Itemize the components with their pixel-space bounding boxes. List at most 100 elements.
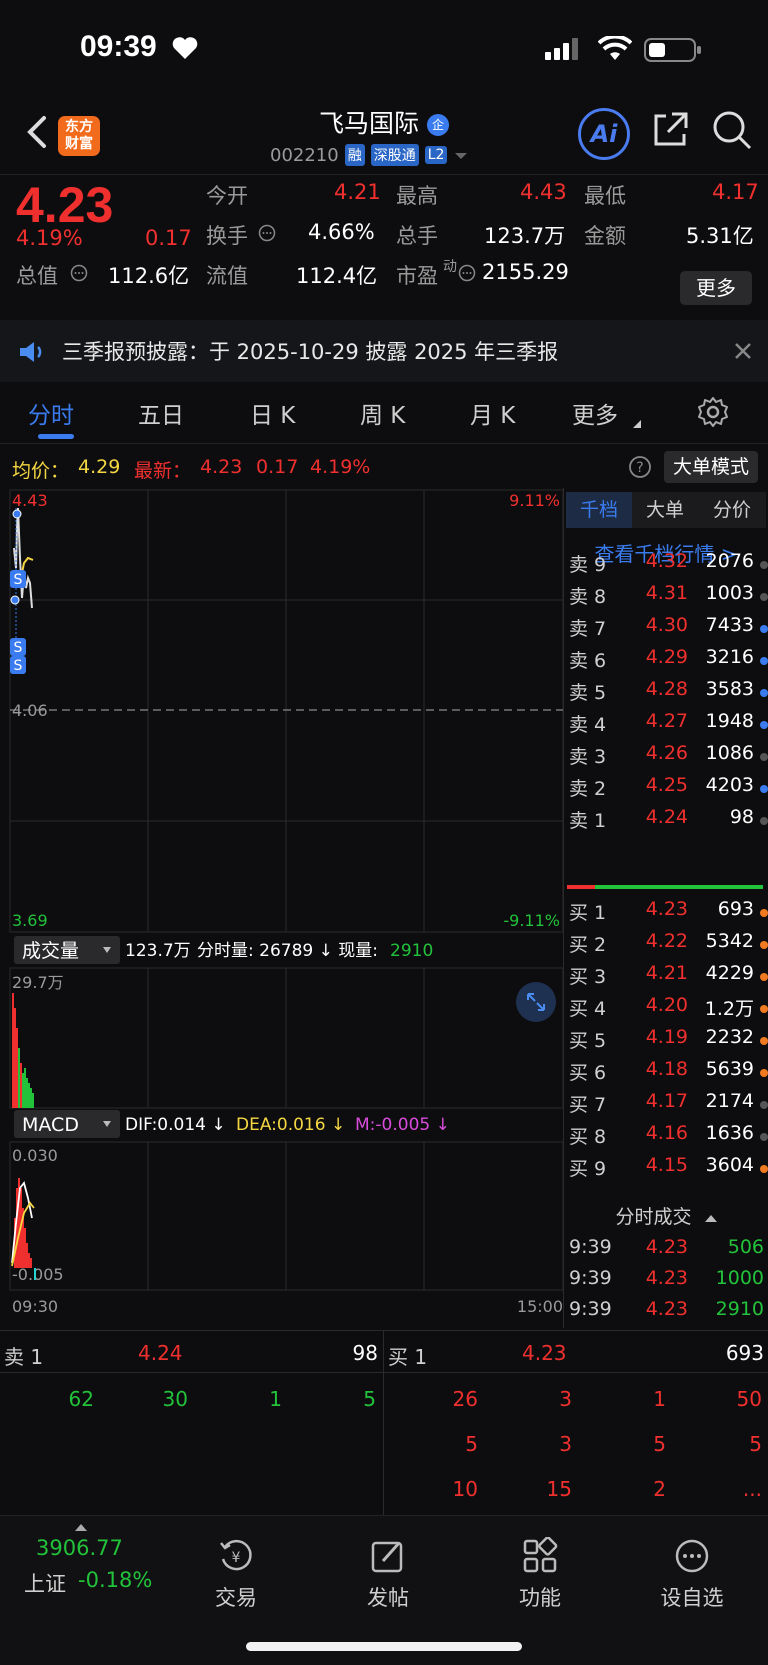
bid-level-row[interactable]: 买 8 4.16 1636 [565, 1122, 768, 1156]
ask-level-row[interactable]: 卖 8 4.31 1003 [565, 582, 768, 616]
open-label: 今开 [206, 184, 248, 208]
speaker-icon [18, 340, 46, 368]
info-icon[interactable] [258, 224, 276, 246]
info-icon[interactable] [458, 264, 476, 286]
low-label: 最低 [584, 184, 626, 208]
level-dot [760, 561, 768, 569]
pe-value: 2155.29 [482, 260, 569, 284]
turnover-label: 换手 [206, 224, 248, 248]
trades-header[interactable]: 分时成交 [565, 1202, 768, 1229]
tab-price-distribution[interactable]: 分价 [698, 492, 766, 528]
level-dot [760, 625, 768, 633]
search-icon[interactable] [710, 108, 754, 156]
enterprise-badge: 企 [426, 114, 449, 136]
high-label: 最高 [396, 184, 438, 208]
ai-button[interactable]: Ai [578, 108, 630, 160]
tab-five-day[interactable]: 五日 [138, 396, 184, 430]
trade-row: 9:39 4.23 1000 [569, 1267, 764, 1289]
trade-row: 9:39 4.23 2910 [569, 1298, 764, 1320]
intraday-summary: 均价： 4.29 最新： 4.23 0.17 4.19% [0, 450, 560, 484]
index-value: 3906.77 [36, 1536, 123, 1560]
nav-add-watchlist[interactable]: 设自选 [642, 1536, 742, 1612]
ask-level-row[interactable]: 卖 1 4.24 98 [565, 806, 768, 840]
level-dot [760, 593, 768, 601]
tab-intraday[interactable]: 分时 [28, 396, 74, 430]
latest-value: 4.23 [200, 456, 243, 478]
stock-code-row[interactable]: 002210 融 深股通 L2 [270, 144, 469, 166]
bid-level-row[interactable]: 买 7 4.17 2174 [565, 1090, 768, 1124]
expand-icon[interactable] [516, 982, 556, 1022]
info-icon[interactable] [70, 264, 88, 286]
share-icon[interactable] [650, 110, 690, 154]
time-axis-end: 15:00 [517, 1297, 563, 1316]
level-dot [760, 1005, 768, 1013]
queue-sell-volume: 98 [352, 1341, 378, 1365]
ask-level-row[interactable]: 卖 6 4.29 3216 [565, 646, 768, 680]
pct-axis-bottom: -9.11% [503, 911, 560, 930]
macd-dea: DEA:0.016 ↓ [236, 1115, 345, 1135]
home-indicator[interactable] [246, 1642, 522, 1651]
level-dot [760, 689, 768, 697]
buy-queue-order: 3 [559, 1432, 572, 1456]
sell-queue-order: 5 [363, 1387, 376, 1411]
sell-queue-order: 62 [68, 1387, 94, 1411]
level-dot [760, 657, 768, 665]
buy-queue-order: 2 [653, 1477, 666, 1501]
bid-level-row[interactable]: 买 2 4.22 5342 [565, 930, 768, 964]
bid-level-row[interactable]: 买 5 4.19 2232 [565, 1026, 768, 1060]
chart-tabs: 分时 五日 日 K 周 K 月 K 更多 [0, 382, 768, 444]
volume-label: 成交量 [22, 940, 79, 962]
ask-level-row[interactable]: 卖 2 4.25 4203 [565, 774, 768, 808]
signal-icon [545, 38, 579, 64]
clock: 09:39 [80, 30, 157, 63]
ask-level-row[interactable]: 卖 3 4.26 1086 [565, 742, 768, 776]
total-value: 112.6亿 [108, 264, 190, 288]
bid-level-row[interactable]: 买 1 4.23 693 [565, 898, 768, 932]
intraday-chart[interactable]: 4.43 9.11% 4.06 3.69 -9.11% S S S 成交量 12… [0, 488, 565, 1328]
index-ticker[interactable]: 3906.77 上证 -0.18% [0, 1516, 180, 1626]
level-dot [760, 1165, 768, 1173]
ask-level-row[interactable]: 卖 7 4.30 7433 [565, 614, 768, 648]
tab-daily-k[interactable]: 日 K [250, 396, 295, 430]
stock-code: 002210 [270, 144, 339, 166]
level-dot [760, 753, 768, 761]
queue-buy-volume: 693 [725, 1341, 764, 1365]
buy-queue-order: 5 [465, 1432, 478, 1456]
float-value: 112.4亿 [296, 264, 378, 288]
volume-value: 123.7万 [484, 224, 566, 248]
bid-level-row[interactable]: 买 4 4.20 1.2万 [565, 994, 768, 1028]
volume-detail: 分时量: 26789 ↓ 现量: [197, 941, 378, 961]
nav-functions[interactable]: 功能 [490, 1536, 590, 1612]
tab-weekly-k[interactable]: 周 K [360, 396, 405, 430]
bid-level-row[interactable]: 买 9 4.15 3604 [565, 1154, 768, 1188]
nav-trade[interactable]: ¥ 交易 [186, 1536, 286, 1612]
buy-queue-order: 26 [452, 1387, 478, 1411]
macd-m: M:-0.005 ↓ [355, 1115, 450, 1135]
volume-axis-max: 29.7万 [12, 973, 64, 992]
battery-icon [644, 38, 702, 66]
settings-icon[interactable] [697, 396, 729, 432]
tab-thousand-levels[interactable]: 千档 [566, 492, 632, 528]
buy-queue-order: 15 [546, 1477, 572, 1501]
nav-post[interactable]: 发帖 [338, 1536, 438, 1612]
queue-sell-price: 4.24 [138, 1341, 183, 1365]
tab-big-orders[interactable]: 大单 [632, 492, 698, 528]
help-icon[interactable]: ? [628, 455, 652, 483]
tab-monthly-k[interactable]: 月 K [470, 396, 515, 430]
heart-icon [172, 36, 198, 64]
ask-level-row[interactable]: 卖 5 4.28 3583 [565, 678, 768, 712]
more-button[interactable]: 更多 [680, 271, 752, 305]
bid-level-row[interactable]: 买 6 4.18 5639 [565, 1058, 768, 1092]
tab-more[interactable]: 更多 [572, 396, 618, 430]
ask-level-row[interactable]: 卖 9 4.32 2076 [565, 550, 768, 584]
tab-underline [38, 434, 74, 439]
big-order-mode-button[interactable]: 大单模式 [664, 451, 758, 483]
bid-level-row[interactable]: 买 3 4.21 4229 [565, 962, 768, 996]
notice-bar[interactable]: 三季报预披露：于 2025-10-29 披露 2025 年三季报 [0, 320, 768, 382]
price-axis-top: 4.43 [12, 491, 48, 510]
level-dot [760, 941, 768, 949]
close-icon[interactable] [734, 342, 752, 364]
change-pct: 4.19% [16, 226, 83, 250]
dropdown-icon [453, 145, 469, 166]
ask-level-row[interactable]: 卖 4 4.27 1948 [565, 710, 768, 744]
